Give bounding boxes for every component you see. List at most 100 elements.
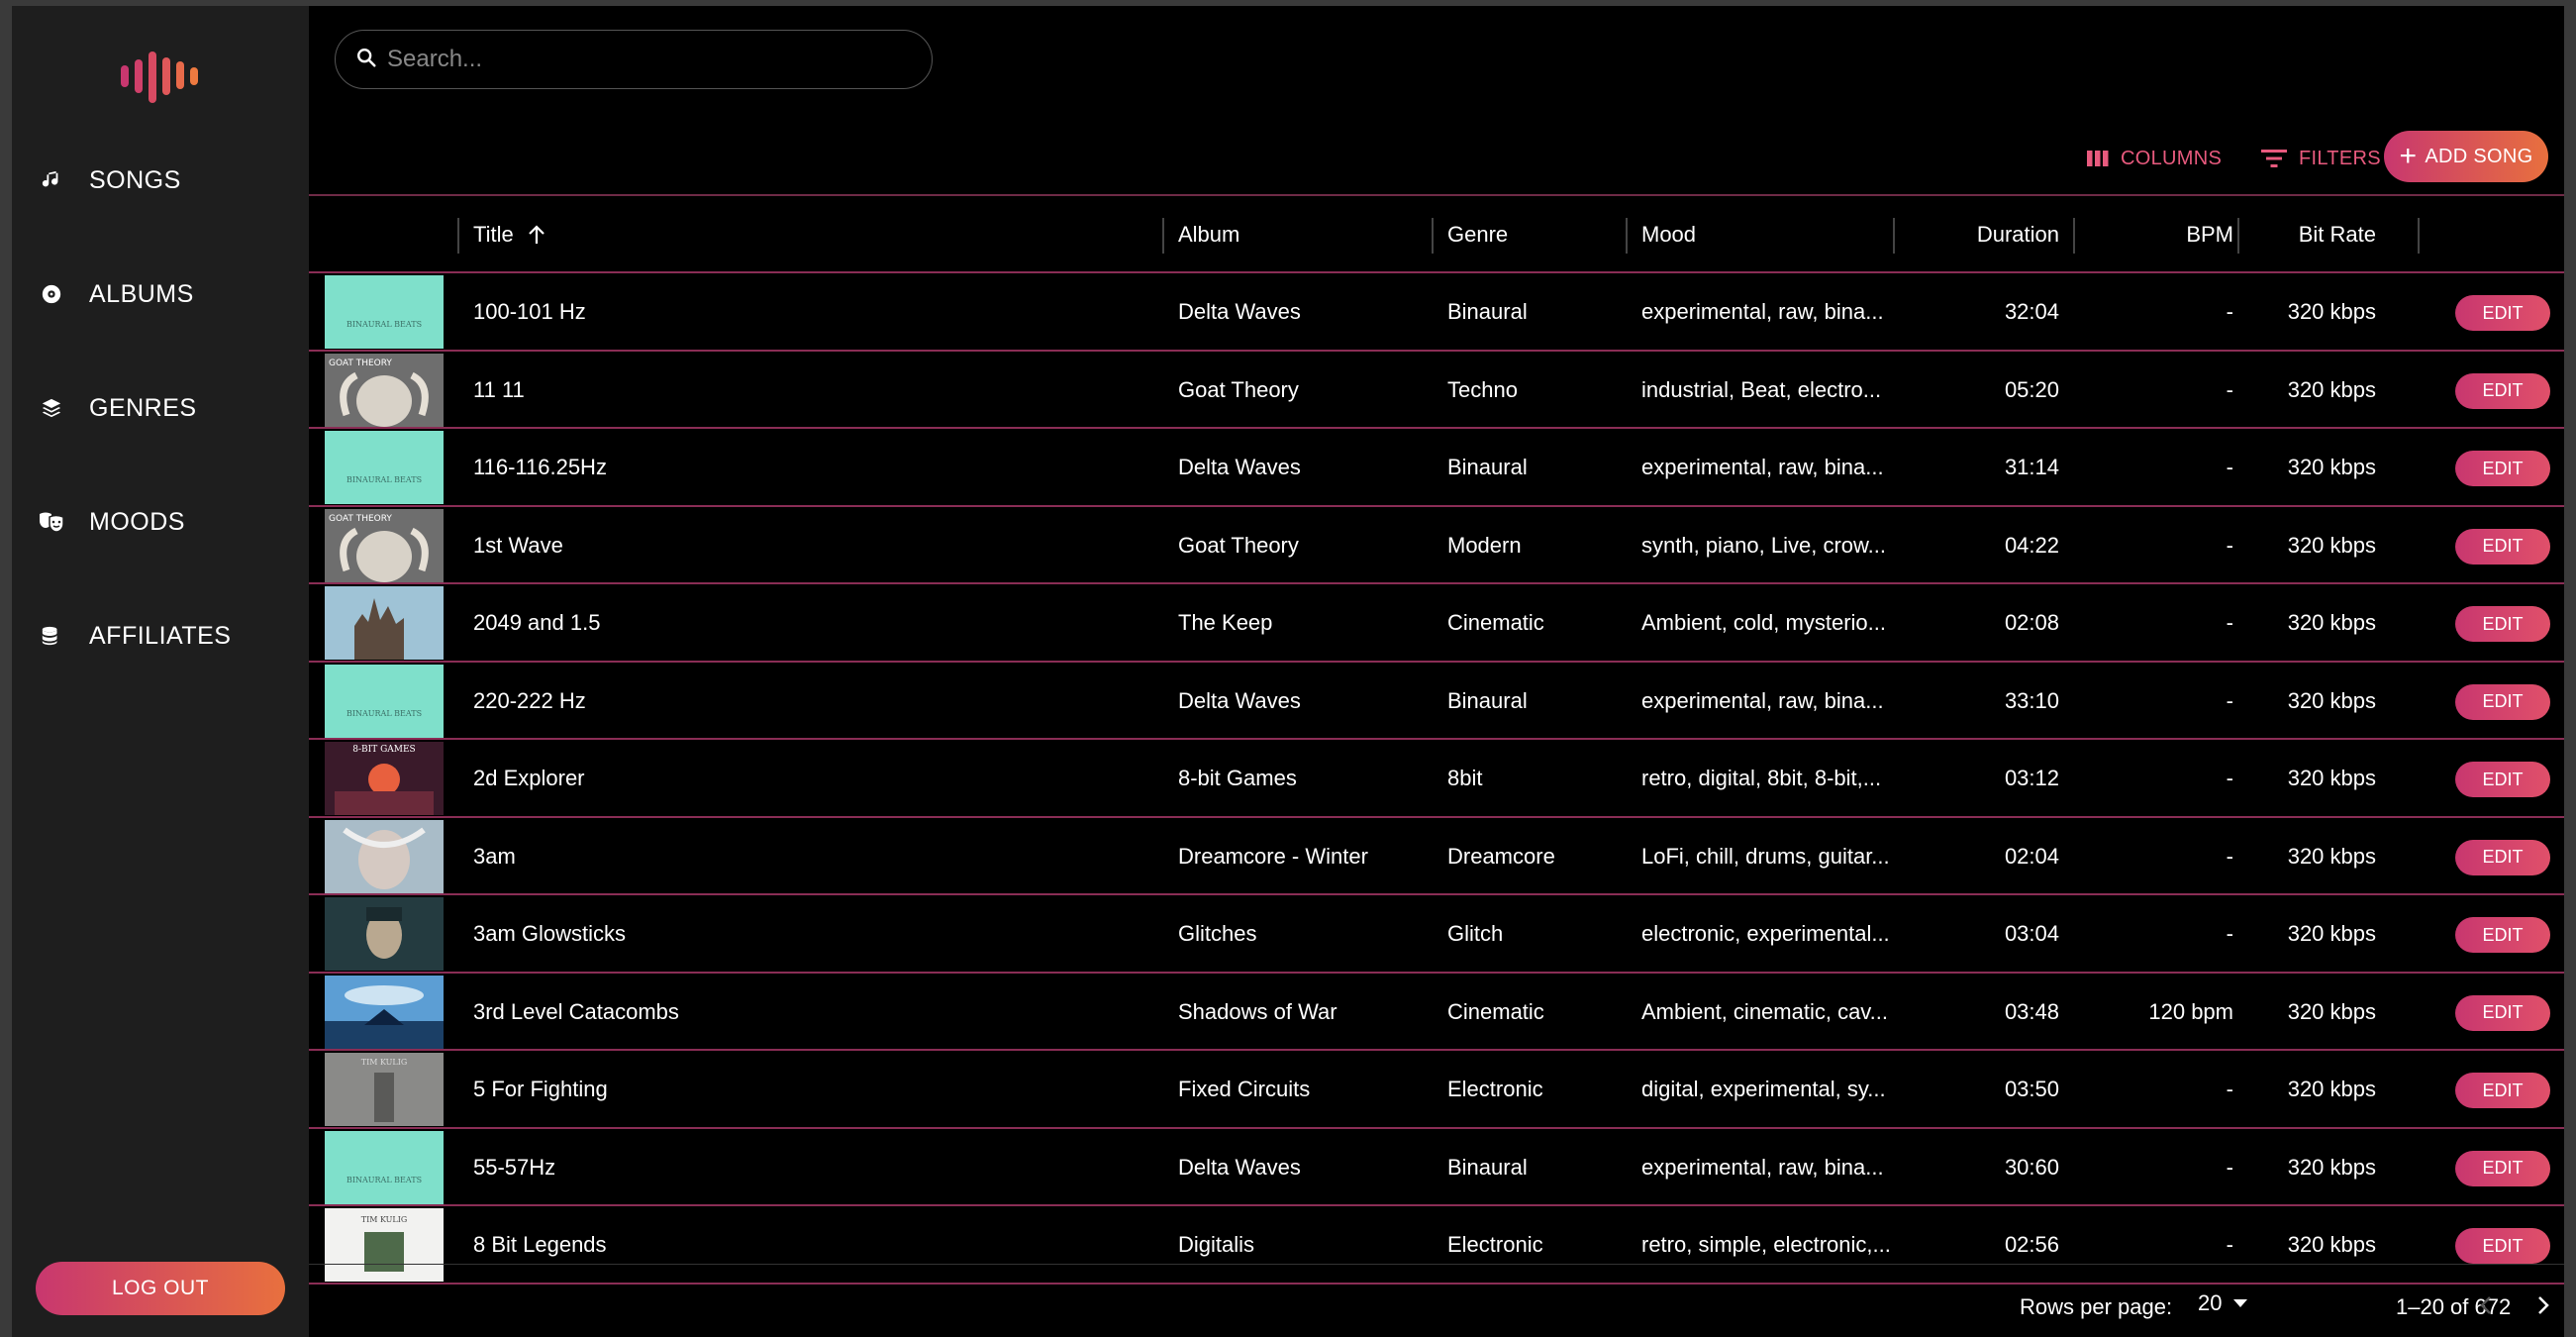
cell-mood: electronic, experimental... xyxy=(1641,921,1890,946)
cell-title: 11 11 xyxy=(473,376,525,402)
album-art-thumbnail: TIM KULIG xyxy=(325,1053,444,1126)
edit-button[interactable]: EDIT xyxy=(2455,1150,2550,1186)
add-song-button[interactable]: + ADD SONG xyxy=(2384,131,2548,182)
cell-bpm: - xyxy=(2226,843,2233,869)
next-page-icon[interactable] xyxy=(2536,1294,2550,1321)
cell-title: 2d Explorer xyxy=(473,766,585,790)
rows-per-page-select[interactable]: 20 xyxy=(2198,1290,2248,1316)
cell-bitrate: 320 kbps xyxy=(2287,532,2376,558)
edit-button[interactable]: EDIT xyxy=(2455,1073,2550,1108)
cell-genre: 8bit xyxy=(1447,766,1483,790)
cell-album: Delta Waves xyxy=(1178,299,1301,324)
table-row[interactable]: 3am Glowsticks Glitches Glitch electronic, … xyxy=(309,895,2564,974)
cell-title: 1st Wave xyxy=(473,532,563,558)
edit-button[interactable]: EDIT xyxy=(2455,762,2550,797)
cell-duration: 04:22 xyxy=(2004,532,2059,558)
cell-album: Goat Theory xyxy=(1178,532,1299,558)
cell-album: Glitches xyxy=(1178,921,1257,946)
table-row[interactable]: BINAURAL BEATS 220-222 Hz Delta Waves Binau… xyxy=(309,663,2564,740)
cell-duration: 05:20 xyxy=(2004,376,2059,402)
sidebar-item-affiliates[interactable]: AFFILIATES xyxy=(38,606,231,666)
columns-button[interactable]: COLUMNS xyxy=(2087,135,2222,182)
edit-button[interactable]: EDIT xyxy=(2455,994,2550,1031)
edit-button[interactable]: EDIT xyxy=(2455,295,2550,331)
cell-bitrate: 320 kbps xyxy=(2287,299,2376,324)
cell-duration: 33:10 xyxy=(2004,687,2059,713)
cell-genre: Dreamcore xyxy=(1447,843,1555,869)
cell-duration: 03:50 xyxy=(2004,1077,2059,1101)
sidebar-item-label: AFFILIATES xyxy=(89,621,232,650)
table-row[interactable]: GOAT THEORY 1st Wave Goat Theory Modern synt… xyxy=(309,507,2564,584)
edit-button[interactable]: EDIT xyxy=(2455,683,2550,720)
search-input[interactable] xyxy=(387,46,882,73)
previous-page-icon[interactable] xyxy=(2479,1294,2493,1321)
edit-button[interactable]: EDIT xyxy=(2455,839,2550,875)
album-art-thumbnail: BINAURAL BEATS xyxy=(325,664,444,738)
table-row[interactable]: BINAURAL BEATS 100-101 Hz Delta Waves Binau… xyxy=(309,273,2564,352)
cell-mood: experimental, raw, bina... xyxy=(1641,455,1884,479)
cell-bitrate: 320 kbps xyxy=(2287,376,2376,402)
cell-album: The Keep xyxy=(1178,610,1273,635)
edit-button[interactable]: EDIT xyxy=(2455,528,2550,565)
table-row[interactable]: 3rd Level Catacombs Shadows of War Cinemat… xyxy=(309,974,2564,1051)
columns-icon xyxy=(2087,150,2109,167)
album-art-thumbnail: GOAT THEORY xyxy=(325,508,444,582)
table-row[interactable]: 3am Dreamcore - Winter Dreamcore LoFi, chil… xyxy=(309,818,2564,895)
search-box[interactable] xyxy=(335,30,933,89)
svg-text:8-BIT GAMES: 8-BIT GAMES xyxy=(352,745,415,755)
cell-bpm: - xyxy=(2226,921,2233,946)
table-row[interactable]: 8-BIT GAMES 2d Explorer 8-bit Games 8bit ret… xyxy=(309,740,2564,818)
column-header-genre[interactable]: Genre xyxy=(1447,196,1508,273)
column-header-title[interactable]: Title xyxy=(473,196,545,273)
table-row[interactable]: BINAURAL BEATS 55-57Hz Delta Waves Binaural… xyxy=(309,1129,2564,1206)
filters-button[interactable]: FILTERS xyxy=(2261,135,2381,182)
cell-bitrate: 320 kbps xyxy=(2287,921,2376,946)
cell-genre: Binaural xyxy=(1447,687,1528,713)
column-header-bpm[interactable]: BPM xyxy=(2073,196,2233,273)
table-row[interactable]: BINAURAL BEATS 116-116.25Hz Delta Waves Bin… xyxy=(309,429,2564,507)
cell-title: 220-222 Hz xyxy=(473,687,586,713)
column-header-album[interactable]: Album xyxy=(1178,196,1239,273)
cell-mood: Ambient, cold, mysterio... xyxy=(1641,610,1886,635)
filters-label: FILTERS xyxy=(2299,147,2381,169)
cell-bitrate: 320 kbps xyxy=(2287,687,2376,713)
cell-bpm: - xyxy=(2226,455,2233,479)
pagination-bar: Rows per page: 20 1–20 of 672 xyxy=(309,1264,2564,1337)
cell-title: 3rd Level Catacombs xyxy=(473,998,679,1024)
table-row[interactable]: TIM KULIG 5 For Fighting Fixed Circuits Ele… xyxy=(309,1051,2564,1129)
columns-label: COLUMNS xyxy=(2121,147,2223,169)
edit-button[interactable]: EDIT xyxy=(2455,917,2550,953)
music-note-icon xyxy=(38,166,65,194)
cell-title: 100-101 Hz xyxy=(473,299,586,324)
cell-mood: LoFi, chill, drums, guitar... xyxy=(1641,843,1890,869)
edit-button[interactable]: EDIT xyxy=(2455,1228,2550,1264)
column-header-mood[interactable]: Mood xyxy=(1641,196,1696,273)
sidebar-item-genres[interactable]: GENRES xyxy=(38,378,197,438)
edit-button[interactable]: EDIT xyxy=(2455,372,2550,409)
cell-album: Fixed Circuits xyxy=(1178,1077,1311,1101)
column-header-bitrate[interactable]: Bit Rate xyxy=(2237,196,2376,273)
main-content: COLUMNS FILTERS + ADD SONG Title xyxy=(309,6,2564,1337)
sidebar-item-songs[interactable]: SONGS xyxy=(38,151,181,210)
album-art-thumbnail: GOAT THEORY xyxy=(325,353,444,427)
logout-button[interactable]: LOG OUT xyxy=(36,1262,285,1315)
edit-button[interactable]: EDIT xyxy=(2455,451,2550,486)
table-row[interactable]: 2049 and 1.5 The Keep Cinematic Ambient, co… xyxy=(309,584,2564,663)
cell-album: Dreamcore - Winter xyxy=(1178,843,1368,869)
cell-bpm: - xyxy=(2226,299,2233,324)
cell-title: 5 For Fighting xyxy=(473,1077,608,1101)
edit-button[interactable]: EDIT xyxy=(2455,606,2550,642)
table-row[interactable]: GOAT THEORY 11 11 Goat Theory Techno industr… xyxy=(309,352,2564,429)
sidebar-item-albums[interactable]: ALBUMS xyxy=(38,264,194,324)
cell-bitrate: 320 kbps xyxy=(2287,1077,2376,1101)
cell-mood: experimental, raw, bina... xyxy=(1641,1154,1884,1180)
cell-mood: Ambient, cinematic, cav... xyxy=(1641,998,1889,1024)
cell-duration: 03:04 xyxy=(2004,921,2059,946)
svg-text:GOAT THEORY: GOAT THEORY xyxy=(329,359,392,368)
sidebar-item-moods[interactable]: MOODS xyxy=(38,492,185,552)
column-header-duration[interactable]: Duration xyxy=(1893,196,2059,273)
cell-genre: Binaural xyxy=(1447,1154,1528,1180)
cell-duration: 02:04 xyxy=(2004,843,2059,869)
album-art-thumbnail xyxy=(325,819,444,893)
cell-mood: industrial, Beat, electro... xyxy=(1641,376,1882,402)
